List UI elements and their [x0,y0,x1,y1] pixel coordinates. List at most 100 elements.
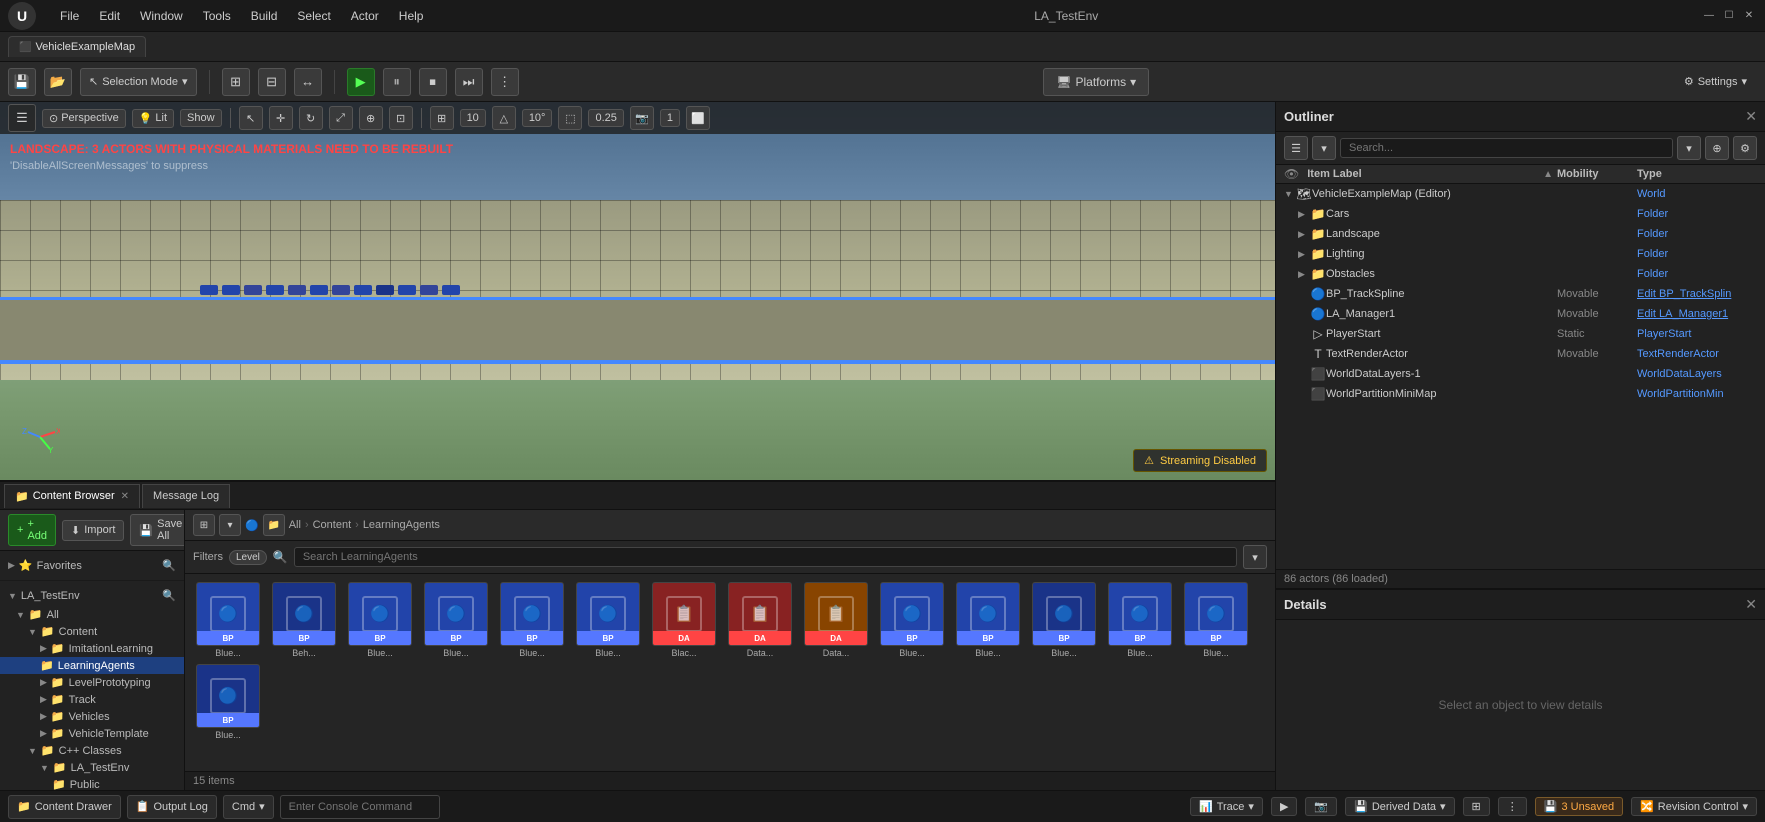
menu-help[interactable]: Help [391,7,432,25]
favorites-search-icon[interactable]: 🔍 [162,559,176,572]
tree-row[interactable]: TTextRenderActorMovableTextRenderActor [1276,344,1765,364]
tree-row[interactable]: ▶📁ObstaclesFolder [1276,264,1765,284]
menu-window[interactable]: Window [132,7,191,25]
tree-row[interactable]: 🔵LA_Manager1MovableEdit LA_Manager1 [1276,304,1765,324]
tree-row[interactable]: ⬛WorldPartitionMiniMapWorldPartitionMin [1276,384,1765,404]
content-browser-button[interactable]: 📂 [44,68,72,96]
camera-icon[interactable]: 📷 [630,106,654,130]
asset-item[interactable]: 🔵BPBlue... [1029,582,1099,658]
menu-actor[interactable]: Actor [343,7,387,25]
camera-speed-button[interactable]: 1 [660,109,680,127]
vehicles-item[interactable]: ▶ 📁 Vehicles [0,708,184,725]
tree-row[interactable]: ▷PlayerStartStaticPlayerStart [1276,324,1765,344]
add-button[interactable]: + + Add [8,514,56,546]
asset-item[interactable]: 🔵BPBlue... [573,582,643,658]
play-button[interactable]: ▶ [347,68,375,96]
multi-tool-button[interactable]: ⊕ [359,106,383,130]
content-drawer-button[interactable]: 📁 Content Drawer [8,795,121,819]
lit-button[interactable]: 💡 Lit [132,109,174,128]
scale-tool-button[interactable]: ⤢ [329,106,353,130]
actor-snap-button[interactable]: ⊞ [222,68,250,96]
asset-item[interactable]: 📋DAData... [801,582,871,658]
tree-toggle[interactable]: ▶ [1298,229,1310,240]
details-close[interactable]: ✕ [1745,596,1757,613]
tree-row[interactable]: ▼🗺VehicleExampleMap (Editor)World [1276,184,1765,204]
asset-item[interactable]: 🔵BPBlue... [193,582,263,658]
derived-data-button[interactable]: 💾 Derived Data ▾ [1345,797,1454,816]
angle-snap-button[interactable]: △ [492,106,516,130]
vehicle-template-item[interactable]: ▶ 📁 VehicleTemplate [0,725,184,742]
selection-mode-button[interactable]: ↖ Selection Mode ▾ [80,68,197,96]
asset-item[interactable]: 🔵BPBlue... [497,582,567,658]
imitation-learning-item[interactable]: ▶ 📁 ImitationLearning [0,640,184,657]
la-testenv-cpp-item[interactable]: ▼ 📁 LA_TestEnv [0,759,184,776]
console-command-input[interactable] [280,795,440,819]
browse-back-button[interactable]: 📁 [263,514,285,536]
tree-row[interactable]: ▶📁LightingFolder [1276,244,1765,264]
viewport[interactable]: ☰ ⊙ Perspective 💡 Lit Show ↖ ✛ ↻ ⤢ ⊕ ⊡ [0,102,1275,480]
asset-item[interactable]: 📋DABlac... [649,582,719,658]
outliner-close[interactable]: ✕ [1745,108,1757,125]
filter-toggle-button[interactable]: ⊞ [193,514,215,536]
pause-button[interactable]: ⏸ [383,68,411,96]
skip-button[interactable]: ⏭ [455,68,483,96]
la-testenv-header[interactable]: ▼ LA_TestEnv 🔍 [0,585,184,606]
select-tool-button[interactable]: ↖ [239,106,263,130]
track-item[interactable]: ▶ 📁 Track [0,691,184,708]
tree-row[interactable]: ⬛WorldDataLayers-1WorldDataLayers [1276,364,1765,384]
outliner-view-options[interactable]: ▾ [1677,136,1701,160]
ue-logo[interactable]: U [8,2,36,30]
show-button[interactable]: Show [180,109,222,127]
maximize-button[interactable]: ☐ [1721,8,1737,24]
menu-build[interactable]: Build [243,7,286,25]
close-button[interactable]: ✕ [1741,8,1757,24]
cmd-dropdown[interactable]: Cmd ▾ [223,795,274,819]
stop-button[interactable]: ⏹ [419,68,447,96]
outliner-search-input[interactable] [1340,138,1673,158]
scale-snap-value-button[interactable]: 0.25 [588,109,623,127]
unsaved-badge[interactable]: 💾 3 Unsaved [1535,797,1623,816]
tree-row[interactable]: ▶📁LandscapeFolder [1276,224,1765,244]
asset-item[interactable]: 🔵BPBlue... [877,582,947,658]
public-item[interactable]: 📁 Public [0,776,184,790]
search-options-button[interactable]: ▾ [1243,545,1267,569]
perspective-button[interactable]: ⊙ Perspective [42,109,126,128]
menu-file[interactable]: File [52,7,87,25]
level-filter-badge[interactable]: Level [229,550,267,565]
tab-message-log[interactable]: Message Log [142,484,230,508]
path-chevron-button[interactable]: ▾ [219,514,241,536]
asset-item[interactable]: 📋DAData... [725,582,795,658]
translate-tool-button[interactable]: ✛ [269,106,293,130]
tree-toggle[interactable]: ▶ [1298,209,1310,220]
scale-snap-button[interactable]: ⬚ [558,106,582,130]
local-space-button[interactable]: ⊡ [389,106,413,130]
cpp-classes-item[interactable]: ▼ 📁 C++ Classes [0,742,184,759]
outliner-options-button[interactable]: ▾ [1312,136,1336,160]
content-browser-tab-close[interactable]: ✕ [121,491,129,502]
tree-toggle[interactable]: ▶ [1298,249,1310,260]
save-all-button[interactable]: 💾 Save All [130,514,185,546]
play-status-icon[interactable]: ▶ [1271,797,1297,816]
search-input[interactable] [294,547,1237,567]
path-content[interactable]: Content [313,519,352,531]
visibility-icon[interactable]: 👁 [1284,167,1299,181]
asset-item[interactable]: 🔵BPBlue... [1181,582,1251,658]
revision-control-button[interactable]: 🔀 Revision Control ▾ [1631,797,1757,816]
la-testenv-search-icon[interactable]: 🔍 [162,589,176,602]
menu-select[interactable]: Select [289,7,338,25]
trace-button[interactable]: 📊 Trace ▾ [1190,797,1263,816]
grid-settings-button[interactable]: ⊞ [1463,797,1490,816]
asset-item[interactable]: 🔵BPBlue... [953,582,1023,658]
outliner-add-button[interactable]: ⊕ [1705,136,1729,160]
import-button[interactable]: ⬇ Import [62,520,124,541]
favorites-header[interactable]: ▶ ⭐ Favorites 🔍 [0,555,184,576]
grid-view-button[interactable]: ⊞ [430,106,454,130]
asset-item[interactable]: 🔵BPBlue... [421,582,491,658]
more-settings-button[interactable]: ⋮ [1498,797,1527,816]
tree-row-type[interactable]: Edit LA_Manager1 [1637,308,1757,320]
grid-snap-button[interactable]: ⊟ [258,68,286,96]
asset-item[interactable]: 🔵BPBeh... [269,582,339,658]
path-all[interactable]: All [289,519,301,531]
level-prototyping-item[interactable]: ▶ 📁 LevelPrototyping [0,674,184,691]
minimize-button[interactable]: — [1701,8,1717,24]
